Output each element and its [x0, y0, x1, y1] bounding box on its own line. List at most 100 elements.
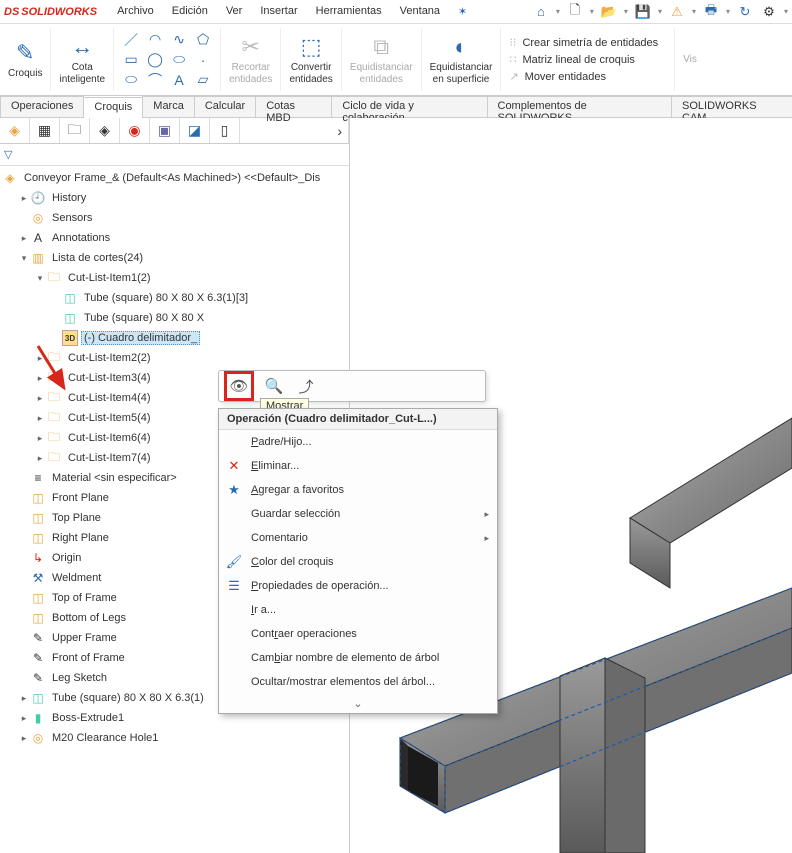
spline-icon[interactable]: ∿	[170, 31, 188, 49]
move-icon[interactable]: ↗	[509, 70, 518, 83]
tree-origin[interactable]: Origin	[49, 551, 84, 565]
property-tab-icon[interactable]: ▦	[30, 118, 60, 143]
ctx-comment[interactable]: Comentario▸	[219, 526, 497, 550]
mirror-icon[interactable]: ⁝⁝	[509, 36, 516, 49]
ellipse-icon[interactable]: ⬭	[170, 51, 188, 69]
show-icon[interactable]: 👁	[225, 372, 253, 400]
ctx-add-favorite[interactable]: ★Agregar a favoritos	[219, 478, 497, 502]
tree-sensors[interactable]: Sensors	[49, 211, 95, 225]
tab-lifecycle[interactable]: Ciclo de vida y colaboración	[331, 96, 487, 117]
tree-cl4[interactable]: Cut-List-Item4(4)	[65, 391, 154, 405]
menu-tools[interactable]: Herramientas	[308, 3, 390, 20]
tree-tube-feature[interactable]: Tube (square) 80 X 80 X 6.3(1)	[49, 691, 207, 705]
tree-right-plane[interactable]: Right Plane	[49, 531, 112, 545]
tree-cl7[interactable]: Cut-List-Item7(4)	[65, 451, 154, 465]
home-icon[interactable]: ⌂	[532, 3, 550, 21]
ribbon-convert[interactable]: ⬚ Convertir entidades	[281, 28, 341, 91]
ctx-delete[interactable]: ✕Eliminar...	[219, 454, 497, 478]
tree-top-frame[interactable]: Top of Frame	[49, 591, 120, 605]
text-icon[interactable]: A	[170, 71, 188, 89]
config-tab-icon[interactable]: 🗀	[60, 118, 90, 143]
ctx-collapse[interactable]: Contraer operaciones	[219, 622, 497, 646]
tree-boss-extrude[interactable]: Boss-Extrude1	[49, 711, 127, 725]
menu-insert[interactable]: Insertar	[252, 3, 305, 20]
rect-icon[interactable]: ▭	[122, 51, 140, 69]
slot-icon[interactable]: ⬭	[122, 71, 140, 89]
ctx-feature-props[interactable]: ☰Propiedades de operación...	[219, 574, 497, 598]
zoom-to-icon[interactable]: 🔍	[263, 375, 285, 397]
normal-to-icon[interactable]: ⤴	[295, 375, 317, 397]
plane-icon[interactable]: ▱	[194, 71, 212, 89]
point-icon[interactable]: ·	[194, 51, 212, 69]
settings-icon[interactable]: ⚙	[760, 3, 778, 21]
display-tab-icon[interactable]: ◈	[90, 118, 120, 143]
polygon-icon[interactable]: ⬠	[194, 31, 212, 49]
tree-upper-frame[interactable]: Upper Frame	[49, 631, 120, 645]
menu-file[interactable]: Archivo	[109, 3, 162, 20]
tree-material[interactable]: Material <sin especificar>	[49, 471, 180, 485]
ctx-sketch-color[interactable]: 🖌Color del croquis	[219, 550, 497, 574]
circle-icon[interactable]: ◯	[146, 51, 164, 69]
ctx-hide-show[interactable]: Ocultar/mostrar elementos del árbol...	[219, 670, 497, 694]
arc-icon[interactable]: ◠	[146, 31, 164, 49]
tab-evaluate[interactable]: Calcular	[194, 96, 256, 117]
tree-cl2[interactable]: Cut-List-Item2(2)	[65, 351, 154, 365]
tab-mbd[interactable]: Cotas MBD	[255, 96, 332, 117]
tree-cl3[interactable]: Cut-List-Item3(4)	[65, 371, 154, 385]
tree-cl6[interactable]: Cut-List-Item6(4)	[65, 431, 154, 445]
tree-history[interactable]: History	[49, 191, 89, 205]
tree-annotations[interactable]: Annotations	[49, 231, 113, 245]
ribbon-offset-surface[interactable]: ◐ Equidistanciar en superficie	[422, 28, 502, 91]
sketch-icon: ✎	[30, 650, 46, 666]
tab-sketch[interactable]: Croquis	[83, 97, 143, 118]
tab8-icon[interactable]: ▯	[210, 118, 240, 143]
tree-tube1[interactable]: Tube (square) 80 X 80 X 6.3(1)[3]	[81, 291, 251, 305]
ctx-goto[interactable]: Ir a...	[219, 598, 497, 622]
ribbon-smartdim[interactable]: ↔ Cota inteligente	[51, 28, 114, 91]
tree-root[interactable]: Conveyor Frame_& (Default<As Machined>) …	[21, 171, 323, 185]
menu-window[interactable]: Ventana	[392, 3, 448, 20]
fillet-icon[interactable]: ⌒	[146, 71, 164, 89]
tree-bounding-box[interactable]: 3D(-) Cuadro delimitador_	[0, 328, 349, 348]
tree-weldment[interactable]: Weldment	[49, 571, 104, 585]
tree-cl5[interactable]: Cut-List-Item5(4)	[65, 411, 154, 425]
tab6-icon[interactable]: ▣	[150, 118, 180, 143]
tree-leg-sketch[interactable]: Leg Sketch	[49, 671, 110, 685]
ribbon-sketch[interactable]: ✎ Croquis	[0, 28, 51, 91]
tab7-icon[interactable]: ◪	[180, 118, 210, 143]
tab-addins[interactable]: Complementos de SOLIDWORKS	[487, 96, 673, 117]
menu-help-icon[interactable]: ✶	[450, 3, 475, 20]
tree-clearance-hole[interactable]: M20 Clearance Hole1	[49, 731, 161, 745]
new-icon[interactable]: 🗋	[566, 3, 584, 21]
ctx-save-selection[interactable]: Guardar selección▸	[219, 502, 497, 526]
menu-edit[interactable]: Edición	[164, 3, 216, 20]
tab-operations[interactable]: Operaciones	[0, 96, 84, 117]
tree-cl1[interactable]: Cut-List-Item1(2)	[65, 271, 154, 285]
ribbon-trim[interactable]: ✂ Recortar entidades	[221, 28, 281, 91]
open-icon[interactable]: 📂	[600, 3, 618, 21]
ctx-rename[interactable]: Cambiar nombre de elemento de árbol	[219, 646, 497, 670]
plane-icon: ◫	[30, 590, 46, 606]
print-icon[interactable]: 🖶	[702, 3, 720, 21]
line-icon[interactable]: ／	[122, 31, 140, 49]
tree-cutlist[interactable]: Lista de cortes(24)	[49, 251, 146, 265]
ctx-parent-child[interactable]: Padre/Hijo...	[219, 430, 497, 454]
menu-view[interactable]: Ver	[218, 3, 251, 20]
save-icon[interactable]: 💾	[634, 3, 652, 21]
alert-icon[interactable]: ⚠	[668, 3, 686, 21]
tree-bottom-legs[interactable]: Bottom of Legs	[49, 611, 129, 625]
refresh-icon[interactable]: ↻	[736, 3, 754, 21]
ctx-expand-icon[interactable]: ⌄	[219, 694, 497, 713]
tab-overflow-icon[interactable]: ›	[240, 118, 349, 143]
tree-top-plane[interactable]: Top Plane	[49, 511, 104, 525]
appearance-tab-icon[interactable]: ◉	[120, 118, 150, 143]
tree-front-frame[interactable]: Front of Frame	[49, 651, 128, 665]
pattern-icon[interactable]: ∷	[509, 53, 516, 66]
feature-tree-tab-icon[interactable]: ◈	[0, 118, 30, 143]
filter-icon[interactable]: ▽	[4, 148, 12, 161]
tab-mark[interactable]: Marca	[142, 96, 195, 117]
tree-tube2[interactable]: Tube (square) 80 X 80 X	[81, 311, 207, 325]
tab-cam[interactable]: SOLIDWORKS CAM	[671, 96, 792, 117]
ribbon-offset[interactable]: ⧉ Equidistanciar entidades	[342, 28, 422, 91]
tree-front-plane[interactable]: Front Plane	[49, 491, 112, 505]
